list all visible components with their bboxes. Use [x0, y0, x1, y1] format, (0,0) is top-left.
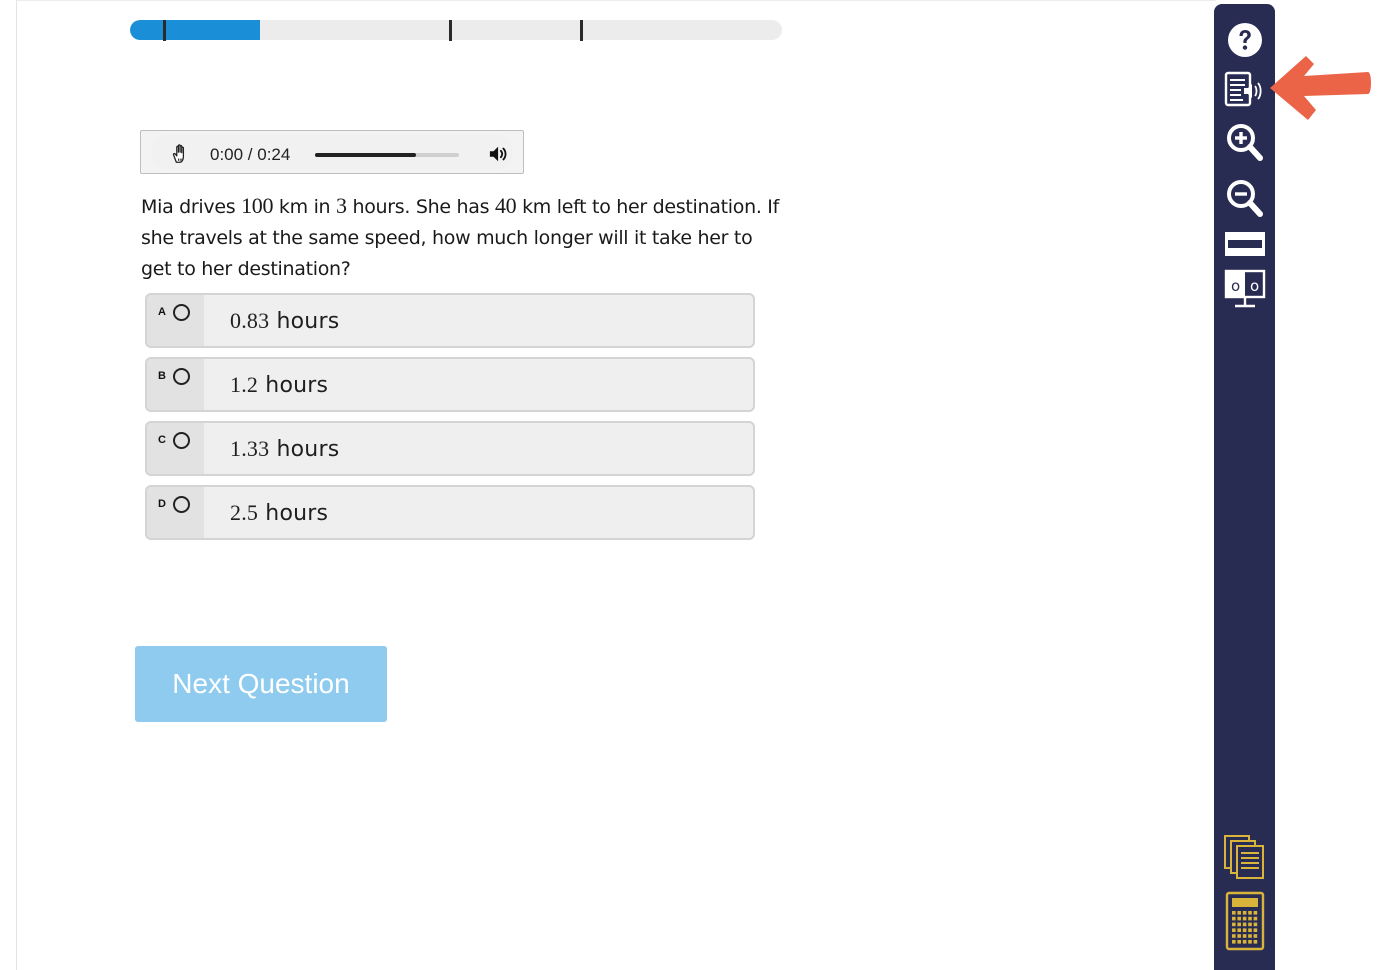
zoom-in-icon — [1226, 124, 1263, 161]
question-number: 40 — [494, 193, 517, 218]
choice-tab: B — [147, 359, 204, 410]
choice-tab: A — [147, 295, 204, 346]
progress-fill — [130, 20, 261, 40]
svg-text:o: o — [1231, 277, 1240, 295]
audio-progress-fill — [315, 153, 416, 157]
choice-unit: hours — [258, 373, 329, 398]
calculator-icon — [1225, 891, 1264, 951]
calculator-key — [1253, 922, 1257, 927]
choice-letter: A — [158, 306, 166, 318]
progress-marker — [580, 20, 583, 41]
reference-sheets-icon — [1223, 835, 1264, 879]
question-text-part: hours. She has — [346, 196, 495, 218]
question-text-part: km in — [273, 196, 337, 218]
calculator-key — [1247, 911, 1252, 915]
choice-letter: B — [158, 370, 166, 382]
contrast-button[interactable]: o o — [1214, 268, 1275, 310]
next-question-button[interactable]: Next Question — [135, 646, 387, 722]
question-text-part: Mia drives — [141, 196, 242, 218]
calculator-key — [1253, 940, 1257, 944]
progress-marker — [163, 20, 166, 41]
choice-text: 1.33 hours — [230, 436, 339, 462]
audio-progress-slider[interactable] — [315, 153, 459, 157]
reference-sheets-button[interactable] — [1214, 832, 1275, 882]
calculator-key — [1242, 934, 1246, 938]
calculator-key — [1242, 928, 1246, 932]
contrast-monitor-icon: o o — [1224, 269, 1265, 308]
question-text: Mia drives 100 km in 3 hours. She has 40… — [141, 190, 781, 285]
progress-bar — [130, 20, 782, 40]
answer-choice-d[interactable]: D 2.5 hours — [145, 485, 755, 540]
zoom-out-button[interactable] — [1214, 176, 1275, 222]
choice-text: 2.5 hours — [230, 500, 328, 526]
calculator-key — [1242, 922, 1246, 927]
choice-value: 0.83 — [230, 308, 270, 333]
calculator-key — [1242, 916, 1246, 921]
choice-value: 2.5 — [230, 500, 259, 525]
choice-unit: hours — [269, 437, 340, 462]
answer-choice-c[interactable]: C 1.33 hours — [145, 421, 755, 476]
tools-sidebar: o o — [1214, 4, 1275, 970]
radio-button[interactable] — [173, 368, 190, 385]
radio-button[interactable] — [173, 496, 190, 513]
choice-value: 1.33 — [230, 436, 270, 461]
calculator-key — [1236, 934, 1241, 938]
choice-letter: C — [158, 434, 166, 446]
calculator-key — [1247, 934, 1252, 938]
calculator-key — [1253, 911, 1257, 915]
svg-text:o: o — [1250, 277, 1259, 295]
audio-player: 0:00 / 0:24 — [140, 130, 524, 174]
calculator-key — [1231, 934, 1236, 938]
calculator-button[interactable] — [1214, 890, 1275, 952]
choice-value: 1.2 — [230, 372, 259, 397]
calculator-key — [1242, 940, 1246, 944]
annotation-arrow-icon — [1270, 56, 1371, 120]
calculator-key — [1247, 922, 1252, 927]
answer-choice-b[interactable]: B 1.2 hours — [145, 357, 755, 412]
line-reader-icon — [1224, 232, 1265, 256]
calculator-key — [1247, 928, 1252, 932]
calculator-key — [1231, 940, 1236, 944]
calculator-key — [1236, 940, 1241, 944]
help-icon — [1227, 23, 1262, 57]
calculator-key — [1253, 928, 1257, 932]
calculator-key — [1236, 928, 1241, 932]
calculator-key — [1247, 916, 1252, 921]
calculator-key — [1236, 911, 1241, 915]
choice-tab: C — [147, 423, 204, 474]
volume-icon[interactable] — [488, 144, 510, 164]
choice-tab: D — [147, 487, 204, 538]
question-number: 100 — [241, 193, 274, 218]
calculator-key — [1253, 934, 1257, 938]
radio-button[interactable] — [173, 432, 190, 449]
calculator-key — [1242, 911, 1246, 915]
calculator-key — [1231, 916, 1236, 921]
calculator-key — [1236, 922, 1241, 927]
choice-unit: hours — [269, 309, 340, 334]
calculator-key — [1236, 916, 1241, 921]
audio-controls: 0:00 / 0:24 — [151, 134, 513, 170]
answer-choice-a[interactable]: A 0.83 hours — [145, 293, 755, 348]
calculator-key — [1231, 911, 1236, 915]
line-reader-button[interactable] — [1214, 228, 1275, 260]
choice-text: 0.83 hours — [230, 308, 339, 334]
calculator-key — [1253, 916, 1257, 921]
choice-text: 1.2 hours — [230, 372, 328, 398]
audio-time: 0:00 / 0:24 — [210, 145, 291, 164]
choice-unit: hours — [258, 501, 329, 526]
text-to-speech-icon — [1224, 71, 1262, 107]
radio-button[interactable] — [173, 304, 190, 321]
calculator-key — [1247, 940, 1252, 944]
hand-pointer-icon[interactable] — [169, 143, 191, 165]
zoom-out-icon — [1226, 180, 1263, 217]
progress-marker — [449, 20, 452, 41]
calculator-key — [1231, 922, 1236, 927]
calculator-key — [1231, 928, 1236, 932]
choice-letter: D — [158, 498, 166, 510]
question-number: 3 — [336, 193, 347, 218]
